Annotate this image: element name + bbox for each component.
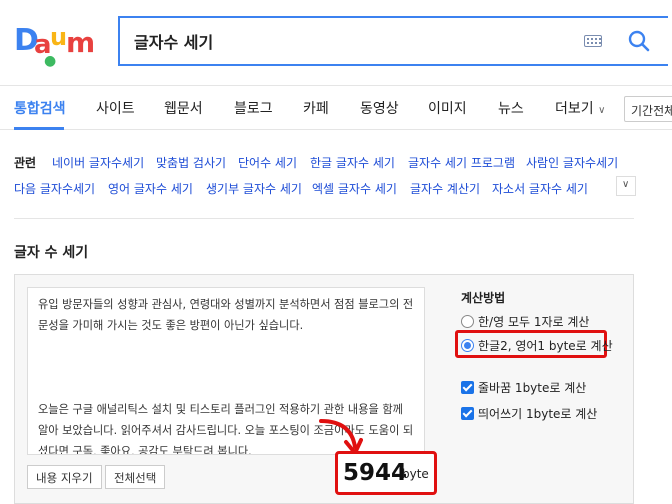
related-link[interactable]: 글자수 세기 프로그램: [408, 154, 515, 171]
clear-content-button[interactable]: 내용 지우기: [27, 465, 102, 489]
text-line: [38, 378, 414, 399]
text-line: 문성을 가미해 가시는 것도 좋은 방편이 아닌가 싶습니다.: [38, 319, 304, 332]
checkbox-checked-icon: [461, 407, 474, 420]
text-line: [38, 357, 414, 378]
text-line: [38, 336, 414, 357]
tab-integrated[interactable]: 통합검색: [14, 98, 66, 118]
checkbox-linebreak[interactable]: 줄바꿈 1byte로 계산: [461, 379, 586, 396]
related-link[interactable]: 생기부 글자수 세기: [206, 180, 302, 197]
radio-label: 한/영 모두 1자로 계산: [478, 315, 590, 329]
related-link[interactable]: 영어 글자수 세기: [108, 180, 193, 197]
radio-label: 한글2, 영어1 byte로 계산: [478, 339, 613, 353]
calc-method-title: 계산방법: [461, 291, 506, 305]
header: D a u m ●: [0, 0, 672, 86]
search-tabs: 통합검색 사이트 웹문서 블로그 카페 동영상 이미지 뉴스 더보기 ∨ 기간전…: [0, 86, 672, 130]
tab-web[interactable]: 웹문서: [164, 98, 203, 118]
related-link[interactable]: 엑셀 글자수 세기: [312, 180, 397, 197]
search-icon[interactable]: [628, 30, 650, 52]
related-link[interactable]: 다음 글자수세기: [14, 180, 95, 197]
related-link[interactable]: 글자수 계산기: [410, 180, 480, 197]
related-link[interactable]: 네이버 글자수세기: [52, 154, 144, 171]
text-line: 유입 방문자들의 성향과 관심사, 연령대와 성별까지 분석하면서 점점 블로그…: [38, 298, 414, 311]
checkbox-checked-icon: [461, 381, 474, 394]
related-link[interactable]: 자소서 글자수 세기: [492, 180, 588, 197]
period-filter-button[interactable]: 기간전체: [624, 96, 672, 122]
tool-title: 글자 수 세기: [14, 245, 89, 261]
daum-logo[interactable]: D a u m ●: [14, 23, 100, 69]
related-link[interactable]: 단어수 세기: [238, 154, 297, 171]
checkbox-space[interactable]: 띄어쓰기 1byte로 계산: [461, 405, 597, 422]
select-all-button[interactable]: 전체선택: [105, 465, 166, 489]
radio-count-bytes[interactable]: 한글2, 영어1 byte로 계산: [461, 337, 613, 354]
search-input[interactable]: [134, 28, 554, 54]
related-link[interactable]: 한글 글자수 세기: [310, 154, 395, 171]
related-link[interactable]: 사람인 글자수세기: [526, 154, 618, 171]
byte-unit: byte: [402, 467, 429, 481]
radio-count-each-as-one[interactable]: 한/영 모두 1자로 계산: [461, 313, 589, 330]
checkbox-label: 줄바꿈 1byte로 계산: [478, 381, 587, 395]
text-input-area[interactable]: 유입 방문자들의 성향과 관심사, 연령대와 성별까지 분석하면서 점점 블로그…: [27, 287, 425, 455]
tab-image[interactable]: 이미지: [428, 98, 467, 118]
tab-cafe[interactable]: 카페: [303, 98, 329, 118]
related-label: 관련: [14, 156, 37, 170]
expand-related-button[interactable]: ∨: [616, 176, 636, 196]
char-counter-tool: 유입 방문자들의 성향과 관심사, 연령대와 성별까지 분석하면서 점점 블로그…: [14, 274, 634, 504]
tab-video[interactable]: 동영상: [360, 98, 399, 118]
related-link[interactable]: 맞춤법 검사기: [156, 154, 226, 171]
chevron-down-icon: ∨: [622, 179, 630, 190]
tab-site[interactable]: 사이트: [96, 98, 135, 118]
byte-count: 5944: [343, 460, 408, 486]
radio-icon: [461, 315, 474, 328]
active-tab-indicator: [14, 127, 64, 130]
byte-count-display: 5944 byte: [335, 451, 437, 495]
search-box: [118, 16, 668, 66]
tab-blog[interactable]: 블로그: [234, 98, 273, 118]
tab-more[interactable]: 더보기 ∨: [555, 98, 605, 118]
tab-more-label: 더보기: [555, 101, 594, 117]
keyboard-icon[interactable]: [584, 35, 602, 47]
radio-selected-icon: [461, 339, 474, 352]
chevron-down-icon: ∨: [598, 105, 606, 116]
tab-news[interactable]: 뉴스: [498, 98, 524, 118]
checkbox-label: 띄어쓰기 1byte로 계산: [478, 407, 598, 421]
divider: [14, 218, 634, 219]
